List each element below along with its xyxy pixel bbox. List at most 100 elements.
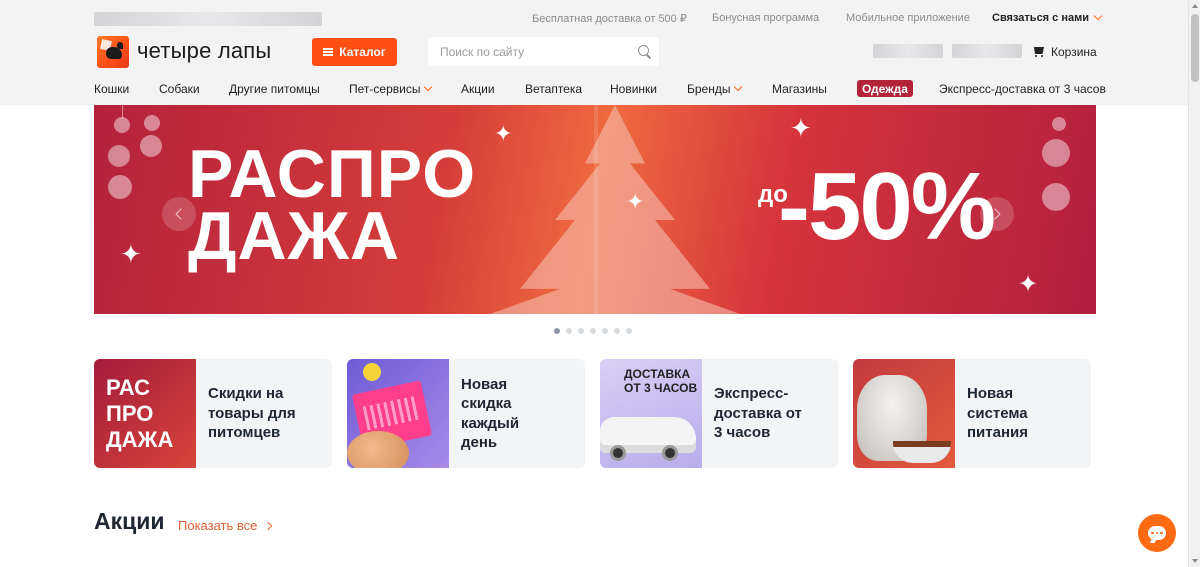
free-delivery-link[interactable]: Бесплатная доставка от 500 ₽: [532, 12, 687, 25]
banner-title: РАСПРО ДАЖА: [188, 136, 477, 274]
ornament-ball: [114, 117, 130, 133]
nav-label: Другие питомцы: [229, 82, 320, 96]
hero-banner[interactable]: ✦ ✦ ✦ ✦ ✦ РАСПРО ДАЖА до -50%: [94, 105, 1096, 314]
section-title: Акции: [94, 508, 165, 534]
sparkle-icon: ✦: [1018, 271, 1039, 298]
cart-label: Корзина: [1051, 45, 1097, 59]
promo-card-express-delivery[interactable]: ДОСТАВКА ОТ 3 ЧАСОВ Экспресс- доставка о…: [600, 359, 838, 468]
nav-item-new[interactable]: Новинки: [610, 82, 657, 96]
nav-label: Экспресс-доставка от 3 часов: [939, 82, 1106, 96]
promo-thumbnail: РАС ПРО ДАЖА: [94, 359, 196, 468]
chevron-down-icon: [734, 82, 743, 92]
ornament-ball: [1042, 183, 1070, 211]
show-all-label: Показать все: [178, 518, 258, 533]
nav-item-other-pets[interactable]: Другие питомцы: [229, 82, 320, 96]
catalog-button-label: Каталог: [339, 45, 386, 59]
sparkle-icon: ✦: [790, 113, 812, 143]
carousel-dot[interactable]: [566, 328, 572, 334]
chat-button[interactable]: [1138, 514, 1176, 552]
banner-title-line: РАСПРО: [188, 136, 477, 212]
chevron-down-icon: [424, 82, 433, 92]
ornament-ball: [1042, 139, 1070, 167]
contact-us-dropdown[interactable]: Связаться с нами: [992, 11, 1103, 24]
page-scrollbar[interactable]: [1188, 0, 1200, 567]
promo-card-daily-discount[interactable]: Новая скидка каждый день: [347, 359, 585, 468]
ornament-ball: [108, 145, 130, 167]
nav-label: Пет-сервисы: [349, 82, 421, 96]
brand-logo-icon[interactable]: [97, 36, 129, 68]
promo-thumbnail: ДОСТАВКА ОТ 3 ЧАСОВ: [600, 359, 702, 468]
menu-icon: [323, 48, 334, 56]
carousel-dot[interactable]: [578, 328, 584, 334]
nav-label: Собаки: [159, 82, 200, 96]
promo-thumbnail: [853, 359, 955, 468]
nav-item-pet-services[interactable]: Пет-сервисы: [349, 82, 433, 96]
search-box[interactable]: [428, 37, 659, 66]
search-icon[interactable]: [638, 45, 649, 56]
nav-item-promotions[interactable]: Акции: [461, 82, 495, 96]
sparkle-icon: ✦: [626, 189, 645, 214]
mobile-app-link[interactable]: Мобильное приложение: [846, 12, 970, 24]
promo-card-sale[interactable]: РАС ПРО ДАЖА Скидки на товары для питомц…: [94, 359, 332, 468]
treat-icon: [347, 431, 409, 468]
promo-thumb-text: ДОСТАВКА ОТ 3 ЧАСОВ: [624, 367, 698, 395]
carousel-dot[interactable]: [590, 328, 596, 334]
banner-divider: [594, 105, 598, 314]
nav-label: Ветаптека: [525, 82, 583, 96]
city-selector-placeholder[interactable]: [94, 12, 322, 26]
sparkle-icon: ✦: [494, 121, 513, 146]
favorites-placeholder[interactable]: [952, 44, 1022, 58]
food-bowl-icon: [893, 441, 951, 463]
carousel-dot[interactable]: [554, 328, 560, 334]
banner-next-button[interactable]: [980, 197, 1014, 231]
scroll-up-icon[interactable]: [1192, 4, 1198, 8]
carousel-dot[interactable]: [602, 328, 608, 334]
christmas-tree-decoration: [490, 105, 740, 314]
cart-link[interactable]: Корзина: [1032, 45, 1097, 59]
wheel-icon: [610, 445, 626, 461]
main-nav: Кошки Собаки Другие питомцы Пет-сервисы …: [0, 82, 1188, 96]
nav-label: Акции: [461, 82, 495, 96]
carousel-dot[interactable]: [626, 328, 632, 334]
promo-card-text: Новая система питания: [967, 385, 1029, 442]
chat-bubble-icon: [1148, 526, 1166, 540]
promo-thumbnail: [347, 359, 449, 468]
ornament-ball: [144, 115, 160, 131]
nav-item-cats[interactable]: Кошки: [94, 82, 129, 96]
promo-card-text: Новая скидка каждый день: [461, 375, 520, 452]
nav-label: Бренды: [687, 82, 731, 96]
nav-item-brands[interactable]: Бренды: [687, 82, 743, 96]
chevron-left-icon: [175, 208, 187, 220]
nav-item-stores[interactable]: Магазины: [772, 82, 827, 96]
account-placeholder[interactable]: [873, 44, 943, 58]
banner-title-line: ДАЖА: [188, 198, 401, 274]
nav-label: Кошки: [94, 82, 130, 96]
nav-item-clothes[interactable]: Одежда: [857, 80, 913, 97]
ornament-ball: [1052, 117, 1066, 131]
search-input[interactable]: [428, 37, 659, 66]
ornament-ball: [108, 175, 132, 199]
bonus-program-link[interactable]: Бонусная программа: [712, 12, 819, 24]
catalog-button[interactable]: Каталог: [312, 38, 397, 66]
promo-thumb-text: РАС ПРО ДАЖА: [106, 375, 174, 452]
wheel-icon: [662, 445, 678, 461]
banner-prev-button[interactable]: [162, 197, 196, 231]
nav-item-express-delivery[interactable]: Экспресс-доставка от 3 часов: [939, 82, 1106, 96]
sparkle-icon: ✦: [120, 239, 142, 269]
contact-us-label: Связаться с нами: [992, 12, 1089, 24]
brand-name[interactable]: четыре лапы: [137, 38, 271, 64]
show-all-link[interactable]: Показать все: [178, 518, 273, 533]
carousel-dot[interactable]: [614, 328, 620, 334]
toy-icon: [363, 363, 381, 381]
nav-item-dogs[interactable]: Собаки: [159, 82, 200, 96]
nav-item-vet-pharmacy[interactable]: Ветаптека: [525, 82, 582, 96]
scroll-down-icon[interactable]: [1192, 559, 1198, 563]
promo-card-text: Скидки на товары для питомцев: [208, 385, 296, 442]
cart-icon: [1032, 47, 1045, 57]
promo-card-nutrition[interactable]: Новая система питания: [853, 359, 1091, 468]
chevron-down-icon: [1093, 11, 1103, 21]
chevron-right-icon: [264, 521, 273, 530]
carousel-dots: [554, 328, 632, 334]
nav-label: Новинки: [610, 82, 657, 96]
scroll-thumb[interactable]: [1191, 14, 1199, 82]
